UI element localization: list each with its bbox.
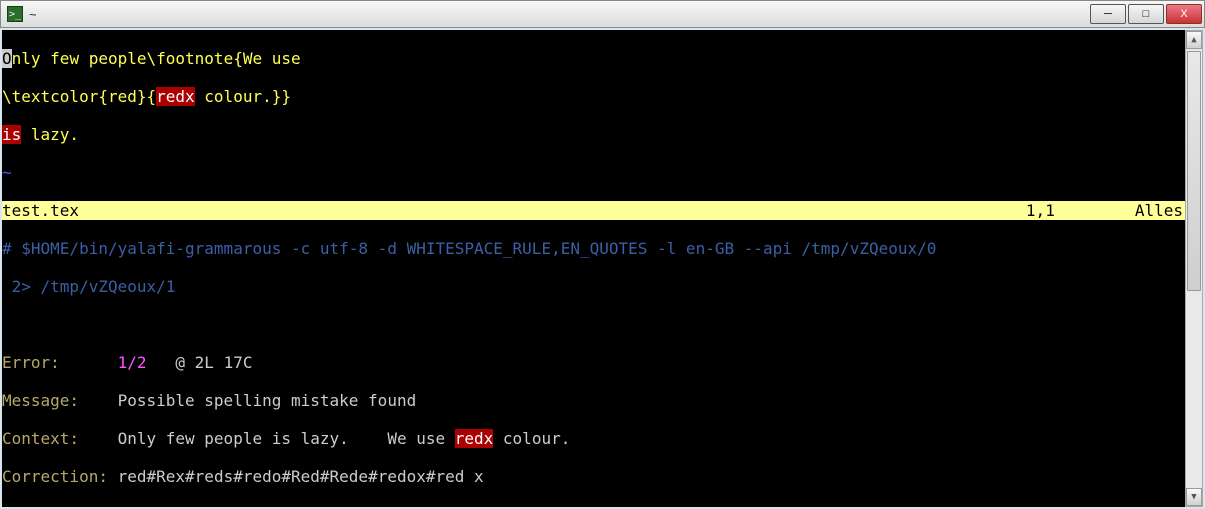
scrollbar-down-button[interactable]: ▼ xyxy=(1186,488,1202,506)
err1-msg-label: Message: xyxy=(2,391,79,410)
source-line-2a: \textcolor{red}{ xyxy=(2,87,156,106)
terminal[interactable]: Only few people\footnote{We use \textcol… xyxy=(2,30,1185,507)
err1-label: Error: xyxy=(2,353,60,372)
err1-cor-label: Correction: xyxy=(2,467,108,486)
scrollbar-up-button[interactable]: ▲ xyxy=(1186,31,1202,49)
minimize-button[interactable]: ─ xyxy=(1090,4,1126,24)
window-title: ~ xyxy=(29,7,37,22)
scrollbar-thumb[interactable] xyxy=(1187,51,1201,291)
err1-cor: red#Rex#reds#redo#Red#Rede#redox#red x xyxy=(118,467,484,486)
statusline-filename: test.tex xyxy=(2,201,79,220)
command-line-1: # $HOME/bin/yalafi-grammarous -c utf-8 -… xyxy=(2,239,936,258)
err1-ctx-label: Context: xyxy=(2,429,79,448)
statusline-pct: Alles xyxy=(1135,201,1185,220)
scrollbar[interactable]: ▲ ▼ xyxy=(1185,30,1203,507)
err1-count: 1/2 xyxy=(118,353,147,372)
source-highlight-is: is xyxy=(2,125,21,144)
statusline-pos: 1,1 xyxy=(1026,201,1135,220)
err1-msg: Possible spelling mistake found xyxy=(118,391,417,410)
source-line-2b: colour.}} xyxy=(195,87,291,106)
tilde-line: ~ xyxy=(2,163,12,182)
titlebar: >_ ~ ─ □ X xyxy=(0,0,1205,28)
command-line-2: 2> /tmp/vZQeoux/1 xyxy=(2,277,175,296)
source-line-1: nly few people\footnote{We use xyxy=(12,49,301,68)
err1-ctx-a: Only few people is lazy. We use xyxy=(118,429,455,448)
window-buttons: ─ □ X xyxy=(1088,4,1202,24)
source-line-3b: lazy. xyxy=(21,125,79,144)
titlebar-left: >_ ~ xyxy=(7,6,37,22)
terminal-icon: >_ xyxy=(7,6,23,22)
terminal-wrapper: Only few people\footnote{We use \textcol… xyxy=(0,28,1205,509)
maximize-button[interactable]: □ xyxy=(1128,4,1164,24)
err1-ctx-hl: redx xyxy=(455,429,494,448)
err1-loc: @ 2L 17C xyxy=(175,353,252,372)
source-highlight-redx: redx xyxy=(156,87,195,106)
cursor: O xyxy=(2,49,12,68)
statusline-top: test.tex 1,1Alles xyxy=(2,201,1185,220)
close-button[interactable]: X xyxy=(1166,4,1202,24)
err1-ctx-b: colour. xyxy=(493,429,570,448)
